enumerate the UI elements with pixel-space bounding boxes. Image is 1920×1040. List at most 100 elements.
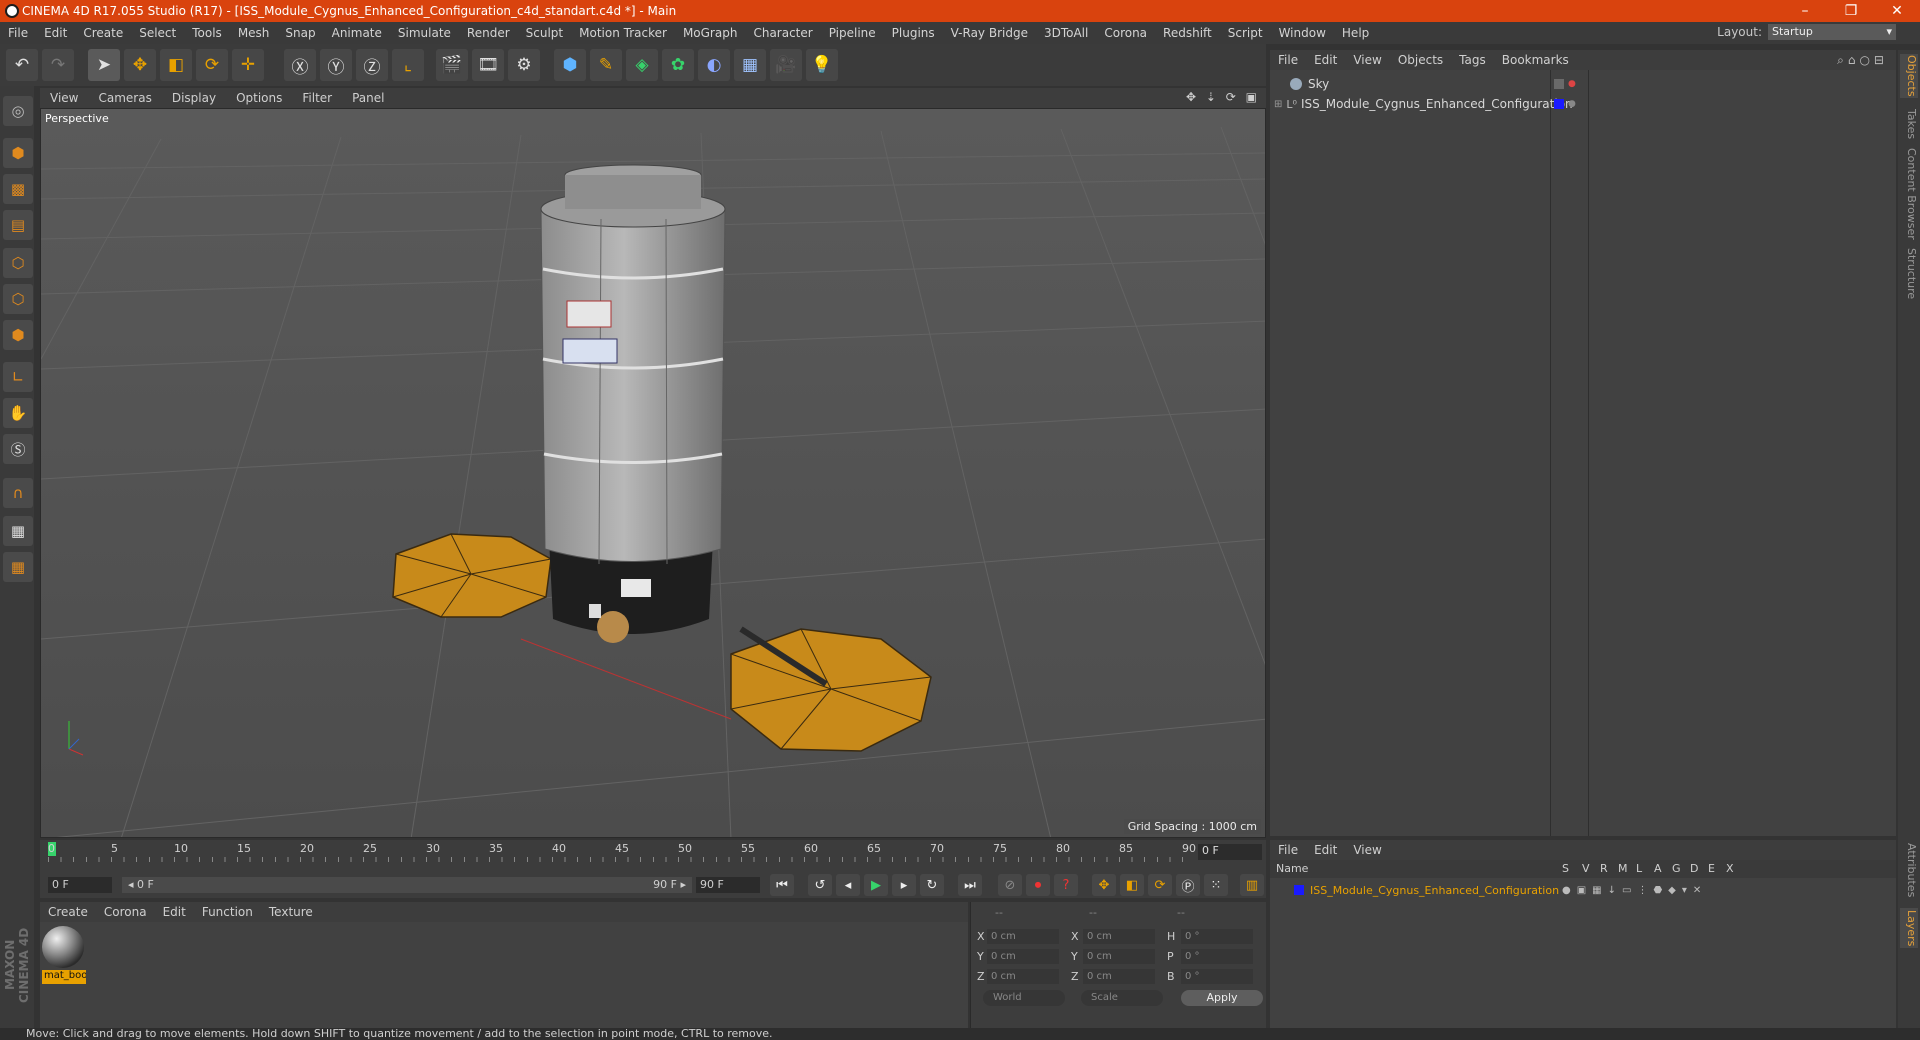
layer-menu-view[interactable]: View [1345,843,1389,857]
position-y-field[interactable]: 0 cm [987,949,1059,964]
viewport-menu-panel[interactable]: Panel [342,91,394,105]
rotation-b-field[interactable]: 0 ° [1181,969,1253,984]
record-keys-icon[interactable]: ⊘ [998,874,1022,896]
workplane-mode-icon[interactable]: ▤ [3,210,33,240]
close-button[interactable]: ✕ [1874,0,1920,22]
object-menu-bookmarks[interactable]: Bookmarks [1494,53,1577,67]
axis-mode-icon[interactable]: ∟ [3,362,33,392]
layer-color-swatch[interactable] [1554,99,1564,109]
object-row-iss-module[interactable]: ⊞ L⁰ ISS_Module_Cygnus_Enhanced_Configur… [1270,94,1896,114]
object-menu-file[interactable]: File [1270,53,1306,67]
cloner-icon[interactable]: ✿ [662,49,694,81]
render-settings-icon[interactable]: ⚙ [508,49,540,81]
start-frame-field[interactable]: 0 F [48,877,112,893]
menu-corona[interactable]: Corona [1096,26,1155,40]
end-frame-field[interactable]: 90 F [696,877,760,893]
expand-icon[interactable]: ⊞ [1274,99,1282,110]
model-mode-icon[interactable]: ⬢ [3,138,33,168]
previous-key-icon[interactable]: ↺ [808,874,832,896]
object-row-sky[interactable]: Sky ● [1270,74,1896,94]
pen-spline-icon[interactable]: ✎ [590,49,622,81]
play-icon[interactable]: ▶ [864,874,888,896]
menu-sculpt[interactable]: Sculpt [518,26,571,40]
polygons-mode-icon[interactable]: ⬢ [3,320,33,350]
coordinate-system-icon[interactable]: ⌞ [392,49,424,81]
key-parameter-icon[interactable]: Ⓟ [1176,874,1200,896]
edges-mode-icon[interactable]: ⬡ [3,284,33,314]
key-position-icon[interactable]: ✥ [1092,874,1116,896]
preview-range-slider[interactable]: ◂ 0 F 90 F ▸ [122,877,692,893]
x-axis-lock-icon[interactable]: Ⓧ [284,49,316,81]
visibility-dots-icon[interactable]: ● [1568,79,1576,89]
menu-simulate[interactable]: Simulate [390,26,459,40]
viewport-navigation-icons[interactable]: ✥ ⇣ ⟳ ▣ [1186,90,1260,104]
layer-col-s[interactable]: S [1562,862,1569,875]
locked-workplane-icon[interactable]: ▦ [3,516,33,546]
size-mode-dropdown[interactable]: Scale [1081,990,1163,1006]
viewport-menu-display[interactable]: Display [162,91,226,105]
minimize-button[interactable]: – [1782,0,1828,22]
menu-character[interactable]: Character [745,26,820,40]
deformer-icon[interactable]: ◐ [698,49,730,81]
menu-motion-tracker[interactable]: Motion Tracker [571,26,675,40]
menu-window[interactable]: Window [1271,26,1334,40]
menu-file[interactable]: File [0,26,36,40]
position-x-field[interactable]: 0 cm [987,929,1059,944]
tab-objects[interactable]: Objects [1900,54,1918,98]
menu-select[interactable]: Select [131,26,184,40]
solo-mode-icon[interactable]: Ⓢ [3,434,33,464]
texture-mode-icon[interactable]: ▩ [3,174,33,204]
visibility-dots-icon[interactable]: ● [1568,99,1576,109]
viewport-menu-cameras[interactable]: Cameras [88,91,161,105]
object-name[interactable]: Sky [1308,77,1329,91]
make-editable-icon[interactable]: ◎ [3,96,33,126]
layer-col-r[interactable]: R [1600,862,1608,875]
menu-script[interactable]: Script [1220,26,1271,40]
layer-col-l[interactable]: L [1636,862,1642,875]
menu-vray-bridge[interactable]: V-Ray Bridge [943,26,1036,40]
current-frame-field[interactable]: 0 F [1198,844,1262,860]
material-menu-corona[interactable]: Corona [96,905,155,919]
material-menu-texture[interactable]: Texture [261,905,321,919]
size-z-field[interactable]: 0 cm [1083,969,1155,984]
timeline-window-icon[interactable]: ▥ [1240,874,1264,896]
layer-menu-file[interactable]: File [1270,843,1306,857]
rotation-h-field[interactable]: 0 ° [1181,929,1253,944]
tab-attributes[interactable]: Attributes [1900,840,1918,900]
tab-content-browser[interactable]: Content Browser [1900,148,1918,240]
tab-structure[interactable]: Structure [1900,246,1918,302]
layer-col-e[interactable]: E [1708,862,1715,875]
render-picture-viewer-icon[interactable]: 🎞 [472,49,504,81]
layer-col-d[interactable]: D [1690,862,1698,875]
perspective-viewport[interactable]: Perspective Grid Spacing : 1000 cm [40,108,1266,838]
planar-workplane-icon[interactable]: ▦ [3,552,33,582]
menu-snap[interactable]: Snap [277,26,323,40]
display-tag-icon[interactable] [1554,79,1564,89]
menu-create[interactable]: Create [75,26,131,40]
select-tool-icon[interactable]: ➤ [88,49,120,81]
floor-scene-icon[interactable]: ▦ [734,49,766,81]
snap-icon[interactable]: ∩ [3,478,33,508]
subdivision-surface-icon[interactable]: ◈ [626,49,658,81]
z-axis-lock-icon[interactable]: Ⓩ [356,49,388,81]
previous-frame-icon[interactable]: ◂ [836,874,860,896]
size-x-field[interactable]: 0 cm [1083,929,1155,944]
menu-tools[interactable]: Tools [184,26,230,40]
material-name[interactable]: mat_boo [42,970,86,984]
layer-col-g[interactable]: G [1672,862,1681,875]
object-menu-edit[interactable]: Edit [1306,53,1345,67]
menu-redshift[interactable]: Redshift [1155,26,1220,40]
object-name[interactable]: ISS_Module_Cygnus_Enhanced_Configuration [1301,97,1573,111]
layer-color-swatch[interactable] [1294,885,1304,895]
points-mode-icon[interactable]: ⬡ [3,248,33,278]
layer-col-m[interactable]: M [1618,862,1628,875]
next-frame-icon[interactable]: ▸ [892,874,916,896]
layer-menu-edit[interactable]: Edit [1306,843,1345,857]
restore-button[interactable]: ❐ [1828,0,1874,22]
rotate-tool-icon[interactable]: ⟳ [196,49,228,81]
layer-col-a[interactable]: A [1654,862,1662,875]
scale-tool-icon[interactable]: ◧ [160,49,192,81]
menu-animate[interactable]: Animate [324,26,390,40]
redo-icon[interactable]: ↷ [42,49,74,81]
next-key-icon[interactable]: ↻ [920,874,944,896]
